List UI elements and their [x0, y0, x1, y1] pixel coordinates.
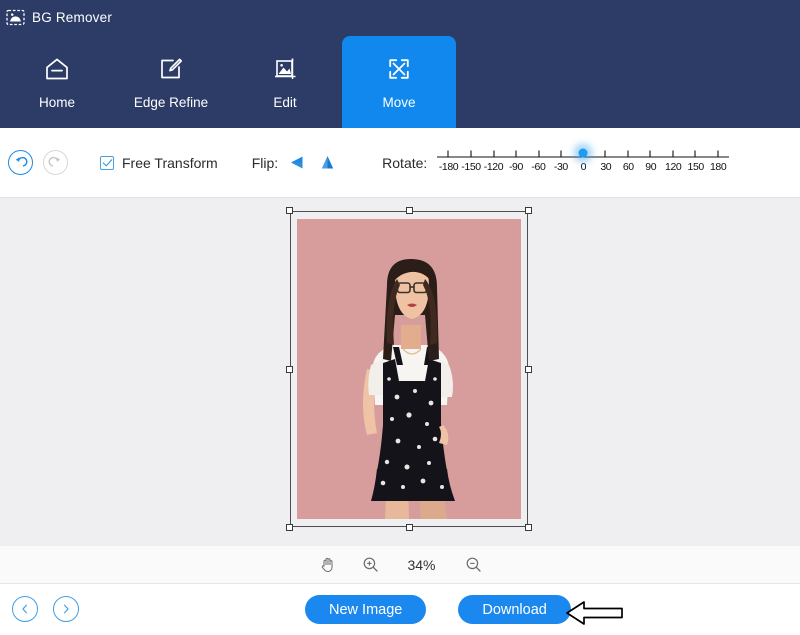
flip-vertical-icon[interactable]	[317, 152, 338, 173]
edit-image-icon	[270, 54, 300, 84]
resize-handle[interactable]	[525, 524, 532, 531]
tab-home[interactable]: Home	[0, 36, 114, 128]
left-arrow-annotation	[566, 601, 623, 625]
zoom-in-icon[interactable]	[362, 556, 379, 573]
tab-move[interactable]: Move	[342, 36, 456, 128]
tab-edge-refine[interactable]: Edge Refine	[114, 36, 228, 128]
tab-label: Move	[382, 95, 416, 110]
undo-arrow-icon[interactable]	[8, 150, 33, 175]
rotate-tick: 60	[622, 160, 634, 173]
rotate-tick: 0	[580, 160, 587, 173]
redo-arrow-icon	[43, 150, 68, 175]
rotate-tick: 120	[665, 160, 682, 173]
tab-label: Edit	[273, 95, 297, 110]
tab-edit[interactable]: Edit	[228, 36, 342, 128]
chevron-left-icon[interactable]	[12, 596, 38, 622]
zoom-level-value: 34%	[407, 556, 436, 573]
image-dashed-icon	[6, 9, 25, 26]
zoom-toolbar: 34%	[0, 546, 800, 584]
rotate-control: Rotate: -180 -150 -120 -90 -60 -30 0 30 …	[382, 144, 730, 182]
subject-photo[interactable]	[297, 219, 521, 519]
download-button[interactable]: Download	[458, 595, 571, 624]
photo-artwork	[297, 219, 521, 519]
app-title: BG Remover	[32, 9, 113, 25]
rotate-tick: -180	[438, 160, 459, 173]
flip-horizontal-icon[interactable]	[287, 152, 308, 173]
brand: BG Remover	[0, 0, 800, 28]
move-arrows-icon	[384, 54, 414, 84]
rotate-tick: 150	[687, 160, 705, 173]
rotate-slider-handle[interactable]	[578, 148, 588, 158]
main-tabs: Home Edge Refine Edit Move	[0, 28, 456, 128]
rotate-label: Rotate:	[382, 154, 428, 171]
resize-handle[interactable]	[525, 207, 532, 214]
footer-bar: New Image Download	[0, 584, 800, 634]
new-image-button[interactable]: New Image	[305, 595, 427, 624]
resize-handle[interactable]	[286, 207, 293, 214]
resize-handle[interactable]	[525, 365, 532, 373]
flip-controls: Flip:	[252, 152, 338, 173]
rotate-tick: -60	[531, 160, 546, 173]
app-header: BG Remover Home Edge Refine Edit Move	[0, 0, 800, 128]
history-buttons	[0, 150, 68, 175]
rotate-slider-labels: -180 -150 -120 -90 -60 -30 0 30 60 90 12…	[437, 161, 729, 173]
home-icon	[42, 54, 72, 84]
rotate-slider[interactable]: -180 -150 -120 -90 -60 -30 0 30 60 90 12…	[437, 144, 730, 182]
resize-handle[interactable]	[405, 524, 413, 531]
rotate-tick: -30	[553, 160, 568, 173]
resize-handle[interactable]	[405, 207, 413, 214]
image-navigation	[0, 596, 79, 622]
rotate-tick: 180	[709, 160, 727, 173]
rotate-tick: -90	[508, 160, 523, 173]
chevron-right-icon[interactable]	[53, 596, 79, 622]
resize-handle[interactable]	[286, 524, 293, 531]
image-canvas[interactable]	[0, 198, 800, 546]
resize-handle[interactable]	[286, 365, 293, 373]
zoom-out-icon[interactable]	[465, 556, 482, 573]
hand-tool-icon[interactable]	[319, 556, 336, 573]
edge-refine-icon	[156, 54, 186, 84]
rotate-tick: 30	[600, 160, 612, 173]
footer-actions: New Image Download	[305, 595, 571, 624]
free-transform-checkbox[interactable]	[100, 155, 114, 170]
selection-box[interactable]	[286, 207, 532, 531]
tab-label: Edge Refine	[133, 95, 209, 110]
tab-label: Home	[38, 95, 75, 110]
free-transform-label: Free Transform	[122, 154, 218, 171]
rotate-tick: -150	[461, 160, 481, 173]
move-toolbar: Free Transform Flip: Rotate: -180 -150 -…	[0, 128, 800, 198]
rotate-tick: 90	[645, 160, 657, 173]
flip-label: Flip:	[251, 154, 279, 171]
free-transform-toggle[interactable]: Free Transform	[100, 155, 218, 171]
rotate-tick: -120	[483, 160, 504, 173]
